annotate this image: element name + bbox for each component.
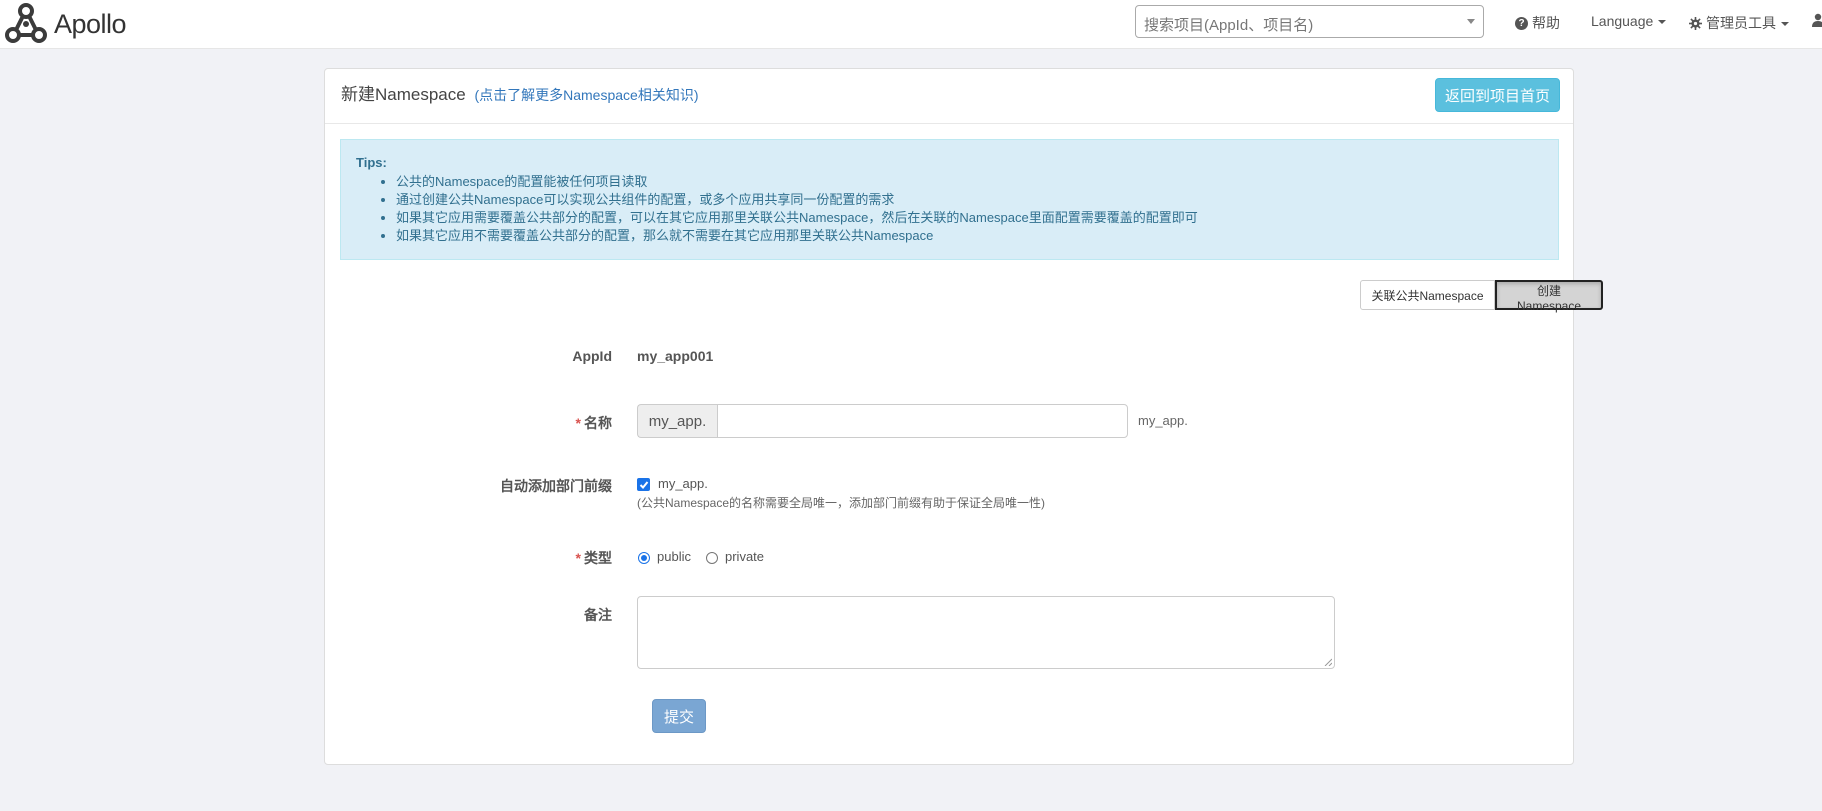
- page-title: 新建Namespace (点击了解更多Namespace相关知识): [341, 80, 698, 105]
- name-prefix-addon: my_app.: [637, 404, 717, 438]
- required-mark: *: [575, 415, 581, 431]
- tips-alert: Tips: 公共的Namespace的配置能被任何项目读取 通过创建公共Name…: [340, 139, 1559, 260]
- auto-prefix-checkbox[interactable]: [637, 478, 650, 491]
- auto-prefix-text: my_app.: [658, 476, 708, 491]
- help-link[interactable]: ? 帮助: [1515, 13, 1560, 33]
- language-dropdown[interactable]: Language: [1591, 13, 1667, 29]
- create-namespace-panel: 新建Namespace (点击了解更多Namespace相关知识) 返回到项目首…: [324, 68, 1603, 765]
- link-public-namespace-button[interactable]: 关联公共Namespace: [1360, 280, 1495, 310]
- name-label: * 名称: [462, 413, 612, 433]
- tips-item: 如果其它应用不需要覆盖公共部分的配置，那么就不需要在其它应用那里关联公共Name…: [396, 227, 1198, 245]
- tips-item: 公共的Namespace的配置能被任何项目读取: [396, 173, 1198, 191]
- page-title-text: 新建Namespace: [341, 85, 466, 104]
- submit-button[interactable]: 提交: [652, 699, 706, 733]
- tips-item: 通过创建公共Namespace可以实现公共组件的配置，或多个应用共享同一份配置的…: [396, 191, 1198, 209]
- caret-down-icon: [1658, 20, 1667, 24]
- user-icon: [1812, 13, 1822, 27]
- auto-prefix-hint: (公共Namespace的名称需要全局唯一，添加部门前缀有助于保证全局唯一性): [637, 496, 1046, 510]
- user-menu[interactable]: [1811, 13, 1822, 27]
- admin-tools-label: 管理员工具: [1706, 15, 1776, 31]
- gear-icon: [1689, 16, 1702, 30]
- help-label: 帮助: [1532, 15, 1560, 31]
- caret-down-icon: [1781, 22, 1789, 26]
- search-placeholder: 搜索项目(AppId、项目名): [1144, 17, 1314, 34]
- admin-tools-dropdown[interactable]: 管理员工具: [1689, 13, 1789, 33]
- apollo-logo[interactable]: Apollo: [4, 0, 127, 48]
- name-preview: my_app.: [1138, 413, 1188, 428]
- type-label-text: 类型: [584, 550, 612, 566]
- back-to-project-button[interactable]: 返回到项目首页: [1435, 78, 1560, 112]
- name-label-text: 名称: [584, 415, 612, 431]
- type-public-label: public: [657, 549, 691, 564]
- namespace-name-input[interactable]: [717, 404, 1128, 438]
- check-icon: [639, 480, 648, 489]
- tips-item: 如果其它应用需要覆盖公共部分的配置，可以在其它应用那里关联公共Namespace…: [396, 209, 1198, 227]
- comment-label: 备注: [584, 607, 612, 623]
- appid-value: my_app001: [637, 348, 714, 364]
- resize-grip-icon[interactable]: [1324, 658, 1332, 666]
- top-navbar: Apollo 搜索项目(AppId、项目名) ? 帮助 Language 管理员…: [0, 0, 1822, 49]
- tips-title: Tips:: [356, 155, 387, 170]
- create-namespace-button[interactable]: 创建Namespace: [1495, 280, 1603, 313]
- chevron-down-icon: [1467, 19, 1475, 24]
- comment-textarea[interactable]: [637, 596, 1335, 669]
- learn-more-link[interactable]: (点击了解更多Namespace相关知识): [474, 87, 698, 103]
- required-mark: *: [575, 550, 581, 566]
- question-circle-icon: ?: [1515, 16, 1528, 30]
- type-label: * 类型: [462, 548, 612, 568]
- language-label: Language: [1591, 13, 1654, 29]
- tips-list: 公共的Namespace的配置能被任何项目读取 通过创建公共Namespace可…: [381, 173, 1198, 245]
- auto-prefix-label: 自动添加部门前缀: [500, 478, 612, 494]
- appid-label: AppId: [572, 348, 612, 364]
- type-public-radio[interactable]: [638, 552, 650, 564]
- panel-header: 新建Namespace (点击了解更多Namespace相关知识) 返回到项目首…: [325, 69, 1573, 124]
- type-private-radio[interactable]: [706, 552, 718, 564]
- type-private-label: private: [725, 549, 765, 564]
- logo-text: Apollo: [54, 8, 127, 39]
- namespace-type-toggle: 关联公共Namespace 创建Namespace: [1360, 280, 1603, 313]
- project-search-select[interactable]: 搜索项目(AppId、项目名): [1135, 5, 1484, 38]
- apollo-logo-icon: [5, 3, 47, 43]
